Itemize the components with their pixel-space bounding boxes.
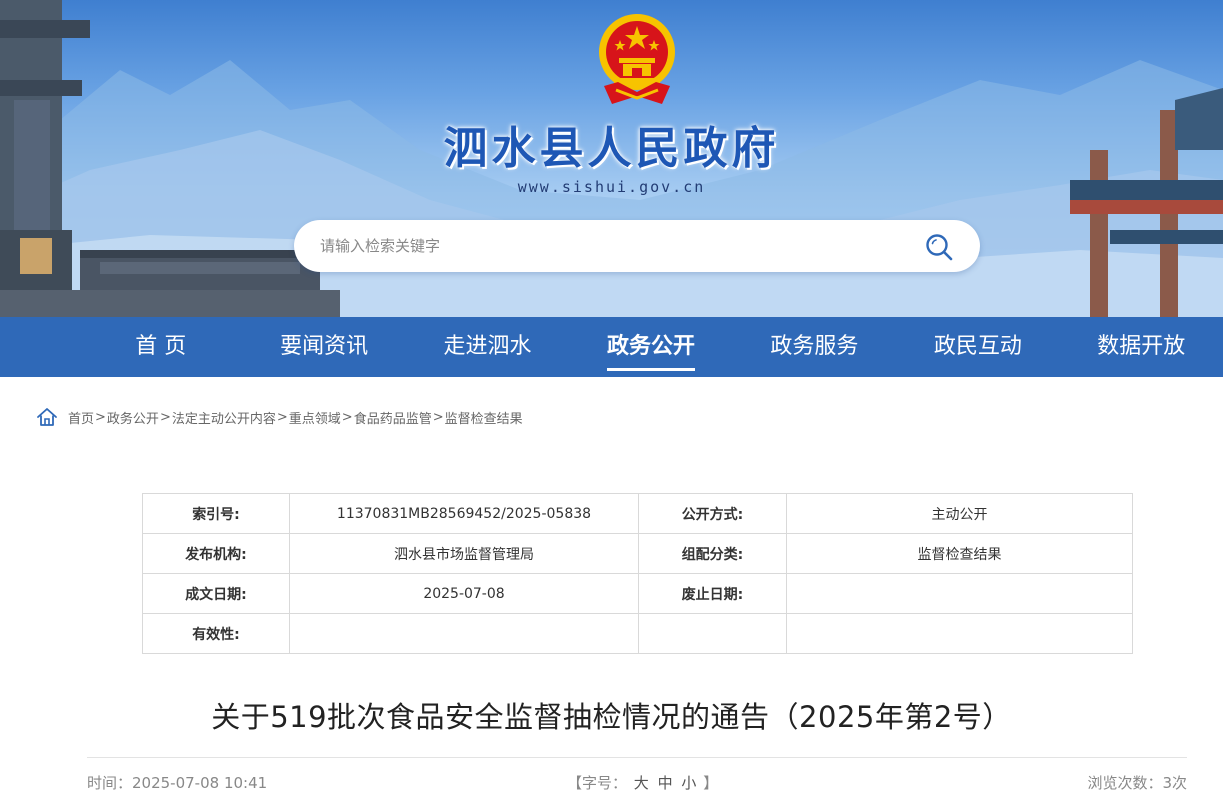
breadcrumb-separator: > [341, 409, 353, 425]
search-icon[interactable] [924, 232, 954, 262]
breadcrumb-item[interactable]: 首页 [68, 408, 94, 427]
breadcrumb-item-current[interactable]: 监督检查结果 [445, 408, 523, 427]
meta-created-value: 2025-07-08 [289, 573, 639, 614]
table-row: 发布机构: 泗水县市场监督管理局 组配分类: 监督检查结果 [142, 533, 1133, 574]
meta-empty-cell [786, 613, 1133, 654]
breadcrumb-separator: > [432, 409, 444, 425]
view-count: 浏览次数：3次 [1087, 774, 1187, 792]
font-size-control: 【字号： 大 中 小 】 [567, 772, 718, 793]
national-emblem-icon [599, 14, 675, 104]
font-size-medium-button[interactable]: 中 [658, 774, 673, 792]
font-size-large-button[interactable]: 大 [634, 774, 649, 792]
breadcrumb-item[interactable]: 法定主动公开内容 [172, 408, 276, 427]
font-size-suffix: 】 [703, 774, 719, 792]
breadcrumb: 首页 > 政务公开 > 法定主动公开内容 > 重点领域 > 食品药品监管 > 监… [36, 405, 523, 429]
nav-item-interaction[interactable]: 政民互动 [896, 317, 1059, 377]
divider [87, 757, 1187, 758]
breadcrumb-separator: > [95, 409, 106, 425]
nav-item-about-sishui[interactable]: 走进泗水 [406, 317, 569, 377]
article-title: 关于519批次食品安全监督抽检情况的通告（2025年第2号） [211, 700, 1012, 734]
search-input[interactable] [320, 220, 900, 272]
meta-disclosure-label: 公开方式: [638, 493, 787, 534]
breadcrumb-item[interactable]: 食品药品监管 [354, 408, 432, 427]
nav-item-news[interactable]: 要闻资讯 [242, 317, 405, 377]
meta-validity-label: 有效性: [142, 613, 290, 654]
meta-expiry-value [786, 573, 1133, 614]
meta-created-label: 成文日期: [142, 573, 290, 614]
table-row: 有效性: [142, 613, 1133, 654]
breadcrumb-item[interactable]: 政务公开 [107, 408, 159, 427]
home-icon[interactable] [36, 406, 58, 428]
meta-publisher-label: 发布机构: [142, 533, 290, 574]
table-row: 成文日期: 2025-07-08 废止日期: [142, 573, 1133, 614]
breadcrumb-item[interactable]: 重点领域 [289, 408, 341, 427]
nav-item-home[interactable]: 首 页 [79, 317, 242, 377]
nav-item-services[interactable]: 政务服务 [733, 317, 896, 377]
font-size-prefix: 【字号： [567, 774, 628, 792]
site-url: www.sishui.gov.cn [517, 178, 706, 196]
site-title: 泗水县人民政府 [443, 123, 780, 174]
breadcrumb-separator: > [159, 409, 171, 425]
meta-publisher-value: 泗水县市场监督管理局 [289, 533, 639, 574]
search-box [294, 220, 980, 272]
meta-expiry-label: 废止日期: [638, 573, 787, 614]
meta-empty-cell [638, 613, 787, 654]
breadcrumb-separator: > [276, 409, 288, 425]
meta-validity-value [289, 613, 639, 654]
main-nav: 首 页 要闻资讯 走进泗水 政务公开 政务服务 政民互动 数据开放 [0, 317, 1223, 377]
table-row: 索引号: 11370831MB28569452/2025-05838 公开方式:… [142, 493, 1133, 534]
document-meta-table: 索引号: 11370831MB28569452/2025-05838 公开方式:… [142, 493, 1133, 654]
meta-index-value: 11370831MB28569452/2025-05838 [289, 493, 639, 534]
meta-disclosure-value: 主动公开 [786, 493, 1133, 534]
meta-category-label: 组配分类: [638, 533, 787, 574]
meta-category-value: 监督检查结果 [786, 533, 1133, 574]
publish-time: 时间：2025-07-08 10:41 [87, 774, 268, 792]
nav-item-open-data[interactable]: 数据开放 [1060, 317, 1223, 377]
nav-item-government-affairs[interactable]: 政务公开 [569, 317, 732, 377]
header-banner: 泗水县人民政府 www.sishui.gov.cn [0, 0, 1223, 317]
font-size-small-button[interactable]: 小 [681, 774, 696, 792]
meta-index-label: 索引号: [142, 493, 290, 534]
